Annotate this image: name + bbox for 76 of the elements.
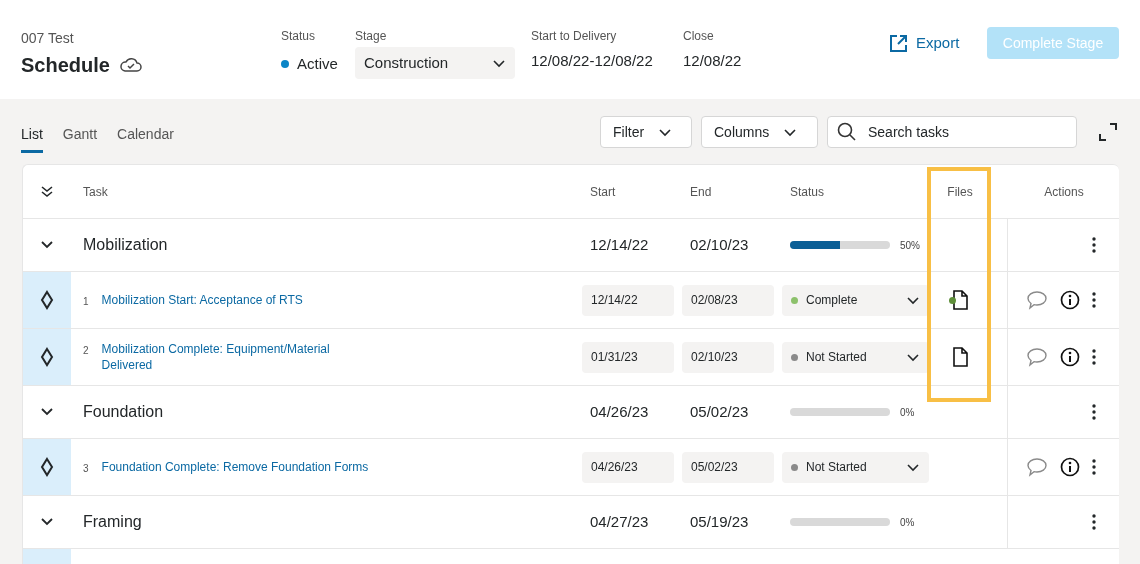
- task-link[interactable]: Mobilization Complete: Equipment/Material Delivered: [101, 341, 377, 373]
- table-cell: 12/14/22: [590, 236, 649, 253]
- group-name: Mobilization: [83, 236, 168, 253]
- export-icon: [889, 33, 908, 53]
- view-tab[interactable]: Gantt: [62, 124, 98, 153]
- export-button[interactable]: Export: [889, 32, 987, 54]
- column-header: Start: [590, 184, 616, 199]
- column-header: End: [690, 184, 712, 199]
- status-dropdown[interactable]: Complete: [782, 284, 929, 316]
- row-number: 3: [83, 461, 89, 476]
- row-number: 2: [83, 344, 89, 358]
- date-field[interactable]: 02/08/23: [682, 284, 774, 316]
- date-field[interactable]: 12/14/22: [582, 284, 674, 316]
- more-vertical-icon: [1092, 349, 1096, 365]
- file-icon[interactable]: [951, 289, 969, 311]
- milestone-diamond-icon: [40, 457, 54, 477]
- search-field[interactable]: Search tasks: [827, 116, 1077, 148]
- view-tab[interactable]: List: [21, 124, 43, 153]
- task-link[interactable]: Mobilization Start: Acceptance of RTS: [101, 291, 303, 308]
- collapse-all-icon[interactable]: [41, 185, 53, 198]
- info-icon: [1060, 347, 1080, 367]
- date-field[interactable]: 04/26/23: [582, 451, 674, 483]
- table-cell: 04/27/23: [590, 513, 649, 530]
- page-title: Schedule: [21, 53, 110, 78]
- more-vertical-icon: [1092, 404, 1096, 420]
- status-dropdown[interactable]: Not Started: [782, 451, 929, 483]
- stage-dropdown[interactable]: Construction: [355, 47, 515, 79]
- more-vertical-icon: [1092, 237, 1096, 253]
- table-cell: 05/19/23: [690, 513, 749, 530]
- columns-dropdown[interactable]: Columns: [701, 116, 818, 148]
- collapse-icon[interactable]: [41, 518, 53, 526]
- column-header: Actions: [1044, 184, 1084, 199]
- field-label: Close: [683, 28, 715, 45]
- column-header: Status: [790, 184, 825, 199]
- progress-percent: 50%: [900, 238, 920, 253]
- close-date: 12/08/22: [683, 51, 743, 71]
- date-field[interactable]: 02/10/23: [682, 341, 774, 373]
- group-name: Framing: [83, 513, 142, 530]
- column-header: Task: [83, 184, 108, 199]
- more-vertical-icon: [1092, 514, 1096, 530]
- column-header: Files: [947, 184, 973, 199]
- table-cell: 02/10/23: [690, 236, 749, 253]
- row-marker: [23, 549, 71, 564]
- field-label: Start to Delivery: [531, 28, 618, 45]
- date-range: 12/08/22-12/08/22: [531, 51, 654, 71]
- expand-button[interactable]: [1098, 122, 1118, 142]
- more-vertical-icon: [1092, 459, 1096, 475]
- table-cell: 04/26/23: [590, 403, 649, 420]
- status-value: Active: [297, 54, 338, 74]
- date-field[interactable]: 01/31/23: [582, 341, 674, 373]
- row-number: 1: [83, 294, 89, 309]
- date-field[interactable]: 05/02/23: [682, 451, 774, 483]
- group-name: Foundation: [83, 403, 164, 420]
- progress-percent: 0%: [900, 405, 915, 420]
- file-icon[interactable]: [951, 346, 969, 368]
- filter-dropdown[interactable]: Filter: [600, 116, 692, 148]
- more-vertical-icon: [1092, 292, 1096, 308]
- comment-icon: [1026, 290, 1048, 310]
- view-tab[interactable]: Calendar: [117, 124, 174, 153]
- cloud-check-icon: [119, 57, 142, 73]
- task-link[interactable]: Foundation Complete: Remove Foundation Forms: [101, 458, 369, 475]
- collapse-icon[interactable]: [41, 408, 53, 416]
- field-label: Status: [281, 28, 317, 45]
- project-name: 007 Test: [21, 29, 75, 48]
- status-dropdown[interactable]: Not Started: [782, 341, 929, 373]
- comment-icon: [1026, 347, 1048, 367]
- progress-percent: 0%: [900, 515, 915, 530]
- milestone-diamond-icon: [40, 290, 54, 310]
- comment-icon: [1026, 457, 1048, 477]
- milestone-diamond-icon: [40, 347, 54, 367]
- info-icon: [1060, 457, 1080, 477]
- table-cell: 05/02/23: [690, 403, 749, 420]
- field-label: Stage: [355, 28, 388, 45]
- info-icon: [1060, 290, 1080, 310]
- search-icon: [837, 122, 857, 142]
- collapse-icon[interactable]: [41, 241, 53, 249]
